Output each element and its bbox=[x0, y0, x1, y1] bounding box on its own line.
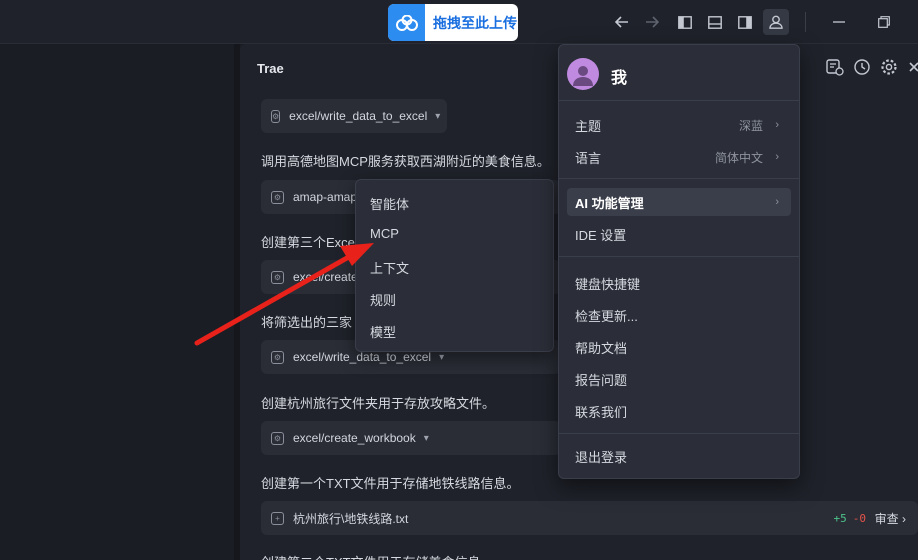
restore-icon[interactable] bbox=[871, 9, 897, 35]
submenu-item-model[interactable]: 模型 bbox=[370, 322, 396, 341]
left-panel bbox=[0, 44, 234, 560]
menu-item-logout[interactable]: 退出登录 bbox=[567, 442, 791, 470]
tool-call-label: excel/create_workbook bbox=[293, 431, 416, 445]
menu-item-label: IDE 设置 bbox=[575, 227, 627, 243]
menu-item-label: 帮助文档 bbox=[575, 340, 628, 356]
drag-upload-label: 拖拽至此上传 bbox=[433, 14, 517, 31]
tool-call-chip[interactable]: ⚙ excel/create_workbook ▾ bbox=[261, 421, 561, 455]
menu-separator bbox=[559, 433, 799, 434]
chevron-down-icon: ▾ bbox=[423, 432, 429, 444]
back-icon[interactable] bbox=[609, 9, 635, 35]
submenu-item-agent[interactable]: 智能体 bbox=[370, 194, 409, 213]
tool-icon: ⚙ bbox=[271, 109, 281, 123]
right-panel-icon[interactable] bbox=[732, 9, 758, 35]
menu-separator bbox=[559, 178, 799, 179]
user-menu: 我 主题 深蓝 › 语言 简体中文 › AI 功能管理 › IDE 设置 键盘快… bbox=[558, 44, 800, 479]
menu-item-label: 退出登录 bbox=[575, 449, 628, 465]
menu-item-label: 主题 bbox=[575, 118, 602, 134]
lines-removed: -0 bbox=[852, 511, 866, 525]
menu-item-label: 报告问题 bbox=[575, 372, 628, 388]
chat-message: 创建第二个TXT文件用于存储美食信息。 bbox=[261, 552, 494, 560]
chevron-right-icon: › bbox=[775, 119, 779, 131]
tool-icon: ⚙ bbox=[271, 350, 284, 364]
minimize-icon[interactable] bbox=[826, 9, 852, 35]
chevron-down-icon: ▾ bbox=[439, 351, 445, 363]
menu-item-ai-feature-management[interactable]: AI 功能管理 › bbox=[567, 188, 791, 216]
lines-added: +5 bbox=[833, 511, 847, 525]
menu-item-label: 联系我们 bbox=[575, 404, 628, 420]
tool-icon: ⚙ bbox=[271, 431, 284, 445]
avatar bbox=[567, 58, 599, 90]
menu-item-label: 键盘快捷键 bbox=[575, 276, 641, 292]
bottom-panel-icon[interactable] bbox=[702, 9, 728, 35]
menu-item-value: 简体中文 bbox=[714, 150, 763, 165]
menu-item-label: AI 功能管理 bbox=[575, 195, 644, 211]
cloud-icon bbox=[388, 4, 425, 41]
chat-message: 调用高德地图MCP服务获取西湖附近的美食信息。 bbox=[261, 154, 550, 169]
chevron-down-icon: ▾ bbox=[435, 110, 441, 122]
add-file-icon: + bbox=[271, 511, 284, 525]
menu-item-label: 检查更新... bbox=[575, 308, 638, 324]
close-icon[interactable] bbox=[908, 58, 918, 78]
menu-item-check-updates[interactable]: 检查更新... bbox=[567, 301, 791, 329]
menu-item-ide-settings[interactable]: IDE 设置 bbox=[567, 220, 791, 248]
review-label: 审查 bbox=[874, 511, 899, 526]
menu-item-label: 语言 bbox=[575, 150, 602, 166]
tool-icon: ⚙ bbox=[271, 190, 284, 204]
tool-icon: ⚙ bbox=[271, 270, 284, 284]
menu-separator bbox=[559, 256, 799, 257]
tool-call-label: excel/write_data_to_excel bbox=[289, 109, 428, 123]
tool-call-label: excel/create bbox=[293, 270, 358, 284]
menu-item-keyboard-shortcuts[interactable]: 键盘快捷键 bbox=[567, 269, 791, 297]
tool-call-label: excel/write_data_to_excel bbox=[293, 350, 432, 364]
history-icon[interactable] bbox=[853, 58, 873, 78]
file-change-chip[interactable]: + 杭州旅行\地铁线路.txt +5 -0 审查 › bbox=[261, 501, 918, 535]
tool-call-label: amap-amap bbox=[293, 190, 358, 204]
submenu-item-rules[interactable]: 规则 bbox=[370, 290, 396, 309]
diff-stats: +5 -0 bbox=[834, 512, 867, 525]
user-menu-header: 我 bbox=[559, 45, 799, 101]
chat-title: Trae bbox=[257, 61, 284, 76]
menu-item-value: 深蓝 bbox=[738, 118, 763, 133]
left-panel-icon[interactable] bbox=[672, 9, 698, 35]
username: 我 bbox=[611, 70, 628, 87]
title-bar: 拖拽至此上传 bbox=[0, 0, 918, 44]
chevron-right-icon: › bbox=[775, 151, 779, 163]
submenu-item-mcp[interactable]: MCP bbox=[370, 226, 399, 241]
menu-item-contact-us[interactable]: 联系我们 bbox=[567, 397, 791, 425]
account-icon[interactable] bbox=[763, 9, 789, 35]
submenu-item-context[interactable]: 上下文 bbox=[370, 258, 409, 277]
forward-icon[interactable] bbox=[639, 9, 665, 35]
review-button[interactable]: 审查 › bbox=[875, 510, 906, 527]
menu-item-language[interactable]: 语言 简体中文 › bbox=[567, 143, 791, 171]
chat-message: 创建第三个Excel bbox=[261, 235, 358, 250]
chevron-right-icon: › bbox=[775, 196, 779, 208]
tool-call-chip[interactable]: ⚙ excel/write_data_to_excel ▾ bbox=[261, 99, 447, 133]
drag-upload-button[interactable]: 拖拽至此上传 bbox=[388, 4, 518, 41]
titlebar-separator bbox=[805, 12, 806, 32]
menu-item-report-issue[interactable]: 报告问题 bbox=[567, 365, 791, 393]
menu-item-theme[interactable]: 主题 深蓝 › bbox=[567, 111, 791, 139]
chat-message: 创建第一个TXT文件用于存储地铁线路信息。 bbox=[261, 476, 520, 491]
chat-message: 创建杭州旅行文件夹用于存放攻略文件。 bbox=[261, 396, 496, 411]
menu-item-help-docs[interactable]: 帮助文档 bbox=[567, 333, 791, 361]
new-chat-icon[interactable] bbox=[826, 58, 846, 78]
file-path-label: 杭州旅行\地铁线路.txt bbox=[293, 511, 409, 526]
settings-icon[interactable] bbox=[880, 58, 900, 78]
chat-message: 将筛选出的三家 bbox=[261, 315, 353, 330]
ai-feature-submenu: 智能体 MCP 上下文 规则 模型 bbox=[355, 179, 554, 352]
